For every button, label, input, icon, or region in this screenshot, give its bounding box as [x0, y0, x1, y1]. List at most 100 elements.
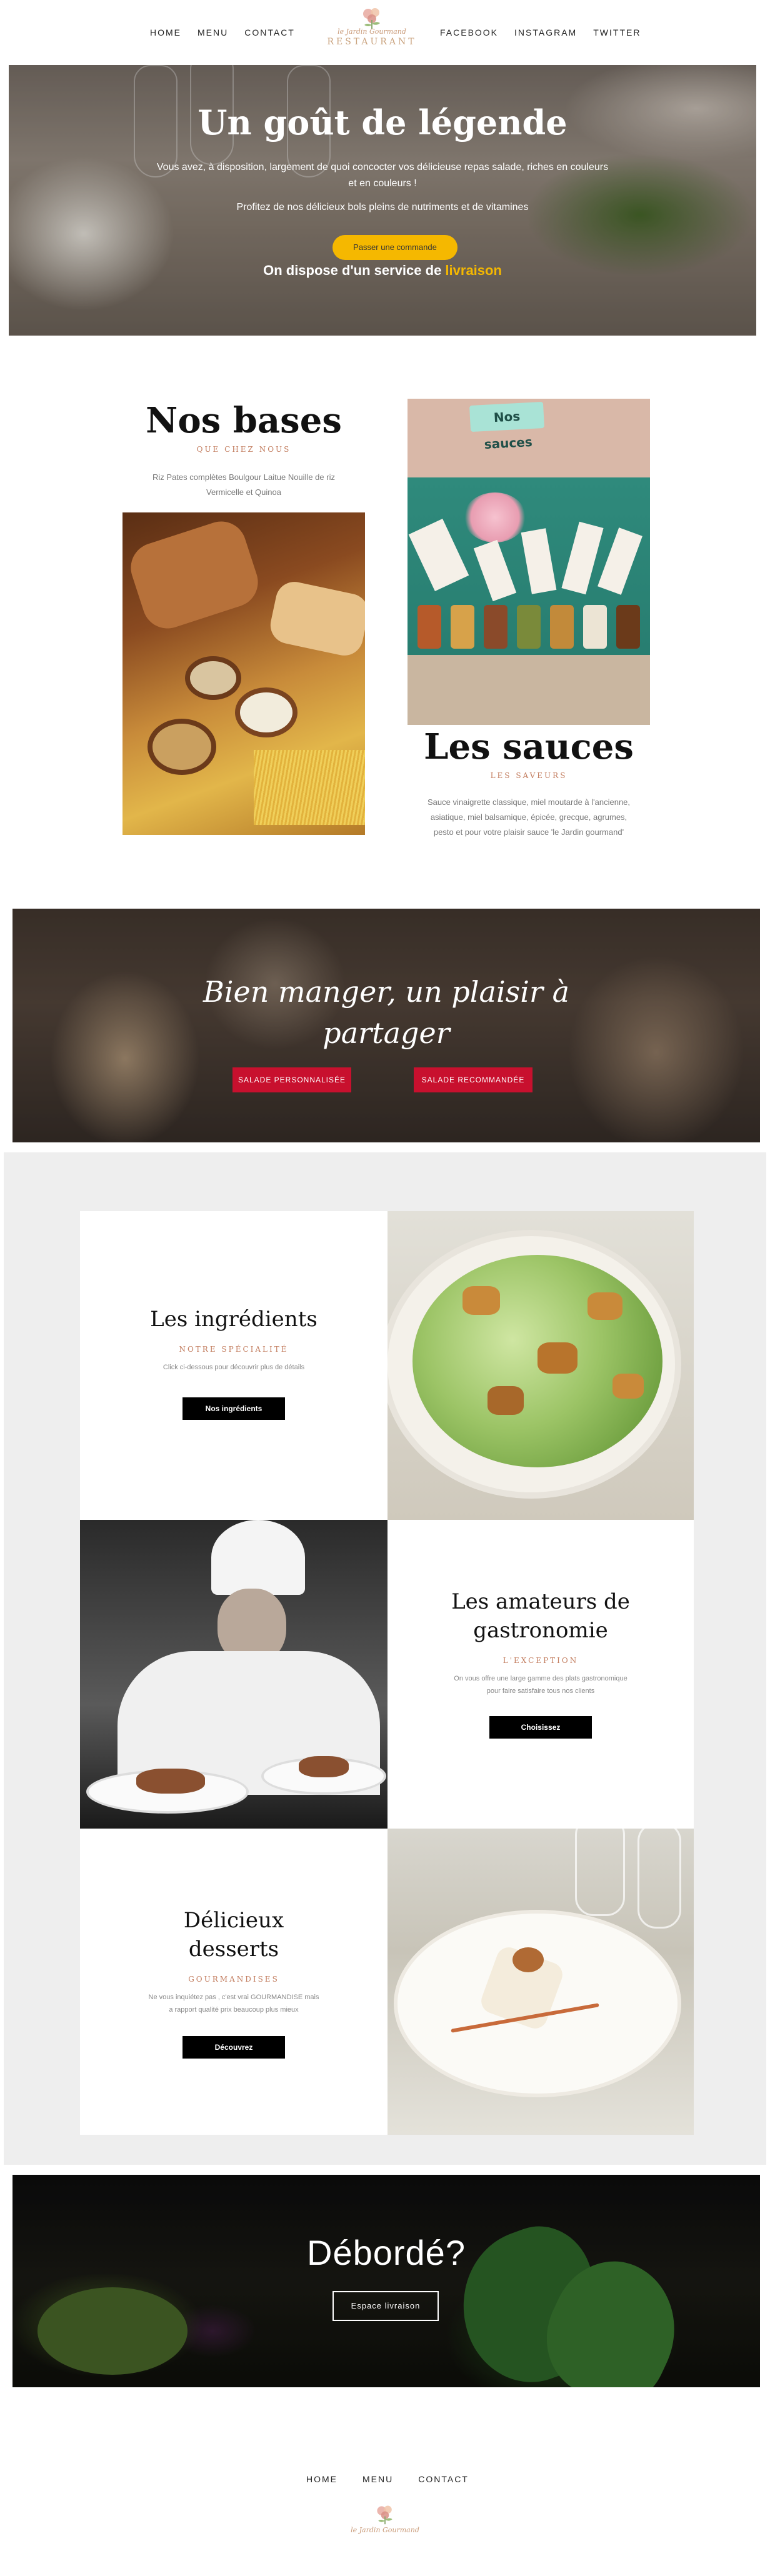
- desserts-desc-line: Ne vous inquiétez pas , c'est vrai GOURM…: [148, 1994, 319, 2001]
- gastronomy-title-line: Les amateurs de: [451, 1589, 630, 1614]
- footer-logo[interactable]: le Jardin Gourmand: [348, 2503, 422, 2534]
- chef-hat: [211, 1520, 305, 1595]
- sauce-jar: [550, 605, 574, 649]
- footer-home-link[interactable]: HOME: [306, 2474, 338, 2484]
- banner-title-line: partager: [322, 1016, 450, 1050]
- sauce-jar: [483, 605, 508, 649]
- banner-title: Bien manger, un plaisir à partager: [12, 971, 760, 1054]
- bases-desc-line: Vermicelle et Quinoa: [206, 487, 281, 497]
- desserts-card: Délicieux desserts GOURMANDISES Ne vous …: [80, 1829, 388, 2135]
- dessert-topping: [512, 1947, 544, 1972]
- delivery-banner: Débordé? Espace livraison: [12, 2175, 760, 2387]
- gastronomy-card: Les amateurs de gastronomie L'EXCEPTION …: [388, 1520, 694, 1829]
- nav-menu-link[interactable]: MENU: [198, 27, 228, 37]
- footer-logo-script: le Jardin Gourmand: [351, 2526, 419, 2534]
- wine-glass-decoration: [575, 1829, 625, 1916]
- bread-loaf: [267, 578, 365, 659]
- sauce-jar: [616, 605, 641, 649]
- ingredients-subtitle: NOTRE SPÉCIALITÉ: [179, 1345, 289, 1354]
- hero-section: Un goût de légende Vous avez, à disposit…: [9, 65, 756, 336]
- gastronomy-desc-line: pour faire satisfaire tous nos clients: [486, 1687, 595, 1695]
- sauces-desc-line: Sauce vinaigrette classique, miel moutar…: [427, 797, 631, 807]
- wine-glass-decoration: [638, 1829, 681, 1929]
- gastronomy-subtitle: L'EXCEPTION: [502, 1656, 579, 1665]
- dish-food: [299, 1756, 349, 1777]
- sauces-desc-line: pesto et pour votre plaisir sauce 'le Ja…: [433, 827, 624, 837]
- nav-contact-link[interactable]: CONTACT: [244, 27, 295, 37]
- hero-title: Un goût de légende: [198, 102, 568, 142]
- features-section: Les ingrédients NOTRE SPÉCIALITÉ Click c…: [4, 1152, 766, 2165]
- desserts-desc: Ne vous inquiétez pas , c'est vrai GOURM…: [80, 1991, 388, 2016]
- desserts-title: Délicieux desserts: [80, 1906, 388, 1964]
- crouton: [462, 1286, 500, 1315]
- sauces-sign: Nos sauces: [469, 401, 545, 452]
- crouton: [612, 1374, 644, 1399]
- sauces-subtitle: LES SAVEURS: [490, 771, 568, 780]
- flower-decoration: [464, 492, 526, 542]
- deborde-overlay: [12, 2175, 760, 2387]
- footer-contact-link[interactable]: CONTACT: [418, 2474, 469, 2484]
- delivery-highlight: livraison: [445, 262, 502, 278]
- footer-menu-link[interactable]: MENU: [362, 2474, 393, 2484]
- delivery-notice: On dispose d'un service de livraison: [9, 262, 756, 279]
- chef-image: [80, 1520, 388, 1829]
- flour-bowl: [235, 687, 298, 737]
- gastronomy-title: Les amateurs de gastronomie: [388, 1587, 694, 1645]
- delivery-space-button[interactable]: Espace livraison: [332, 2291, 439, 2321]
- nav-facebook-link[interactable]: FACEBOOK: [440, 27, 498, 37]
- delivery-text: On dispose d'un service de: [263, 262, 446, 278]
- gastronomy-title-line: gastronomie: [473, 1618, 608, 1643]
- restaurant-logo[interactable]: le Jardin Gourmand RESTAURANT: [325, 5, 419, 56]
- sauce-jar: [417, 605, 441, 649]
- dish-food: [136, 1769, 205, 1794]
- nav-twitter-link[interactable]: TWITTER: [593, 27, 641, 37]
- flower-logo-icon: [363, 8, 380, 29]
- crouton: [588, 1292, 622, 1320]
- desserts-desc-line: a rapport qualité prix beaucoup plus mie…: [169, 2006, 299, 2014]
- dessert-image: [388, 1829, 694, 2135]
- hero-text-line: Vous avez, à disposition, largement de q…: [156, 162, 609, 172]
- gastronomy-desc: On vous offre une large gamme des plats …: [388, 1672, 694, 1697]
- sharing-banner: Bien manger, un plaisir à partager SALAD…: [12, 909, 760, 1142]
- wood-shelf: [408, 655, 650, 725]
- sauce-jar: [450, 605, 474, 649]
- grain-bowl: [185, 656, 241, 700]
- custom-salad-button[interactable]: SALADE PERSONNALISÉE: [232, 1067, 351, 1092]
- banner-title-line: Bien manger, un plaisir à: [202, 975, 570, 1009]
- sauces-image: Nos sauces: [408, 399, 650, 725]
- deborde-title: Débordé?: [307, 2233, 466, 2272]
- bread-loaf: [124, 515, 264, 635]
- logo-wordmark: RESTAURANT: [327, 37, 417, 47]
- pasta-pile: [254, 750, 365, 825]
- ingredients-desc: Click ci-dessous pour découvrir plus de …: [162, 1364, 305, 1371]
- sauce-jar: [583, 605, 608, 649]
- bases-title: Nos bases: [146, 400, 342, 441]
- grain-bowl: [148, 719, 216, 775]
- nav-home-link[interactable]: HOME: [150, 27, 181, 37]
- recommended-salad-button[interactable]: SALADE RECOMMANDÉE: [414, 1067, 532, 1092]
- bases-desc-line: Riz Pates complètes Boulgour Laitue Noui…: [152, 472, 335, 482]
- choose-button[interactable]: Choisissez: [489, 1716, 592, 1739]
- desserts-title-line: desserts: [188, 1937, 279, 1962]
- nav-instagram-link[interactable]: INSTAGRAM: [514, 27, 577, 37]
- caesar-salad-image: [388, 1211, 694, 1520]
- sauces-title: Les sauces: [424, 726, 634, 767]
- crouton: [488, 1386, 524, 1415]
- bases-image: [122, 512, 365, 835]
- bases-subtitle: QUE CHEZ NOUS: [196, 445, 291, 454]
- social-nav: FACEBOOK INSTAGRAM TWITTER: [440, 27, 641, 37]
- footer-nav: HOME MENU CONTACT: [306, 2474, 469, 2484]
- ingredients-title: Les ingrédients: [150, 1307, 318, 1332]
- sauce-jars-row: [408, 605, 650, 655]
- gastronomy-desc-line: On vous offre une large gamme des plats …: [454, 1675, 628, 1682]
- flower-logo-icon: [377, 2505, 392, 2525]
- crouton: [538, 1342, 578, 1374]
- ingredients-card: Les ingrédients NOTRE SPÉCIALITÉ Click c…: [80, 1211, 388, 1520]
- ingredients-button[interactable]: Nos ingrédients: [182, 1397, 285, 1420]
- sauces-desc-line: asiatique, miel balsamique, épicée, grec…: [430, 812, 628, 822]
- hero-text-line: et en couleurs !: [348, 178, 417, 189]
- site-header: HOME MENU CONTACT le Jardin Gourmand RES…: [0, 0, 770, 65]
- desserts-title-line: Délicieux: [183, 1908, 284, 1933]
- discover-button[interactable]: Découvrez: [182, 2036, 285, 2059]
- order-button[interactable]: Passer une commande: [332, 235, 458, 260]
